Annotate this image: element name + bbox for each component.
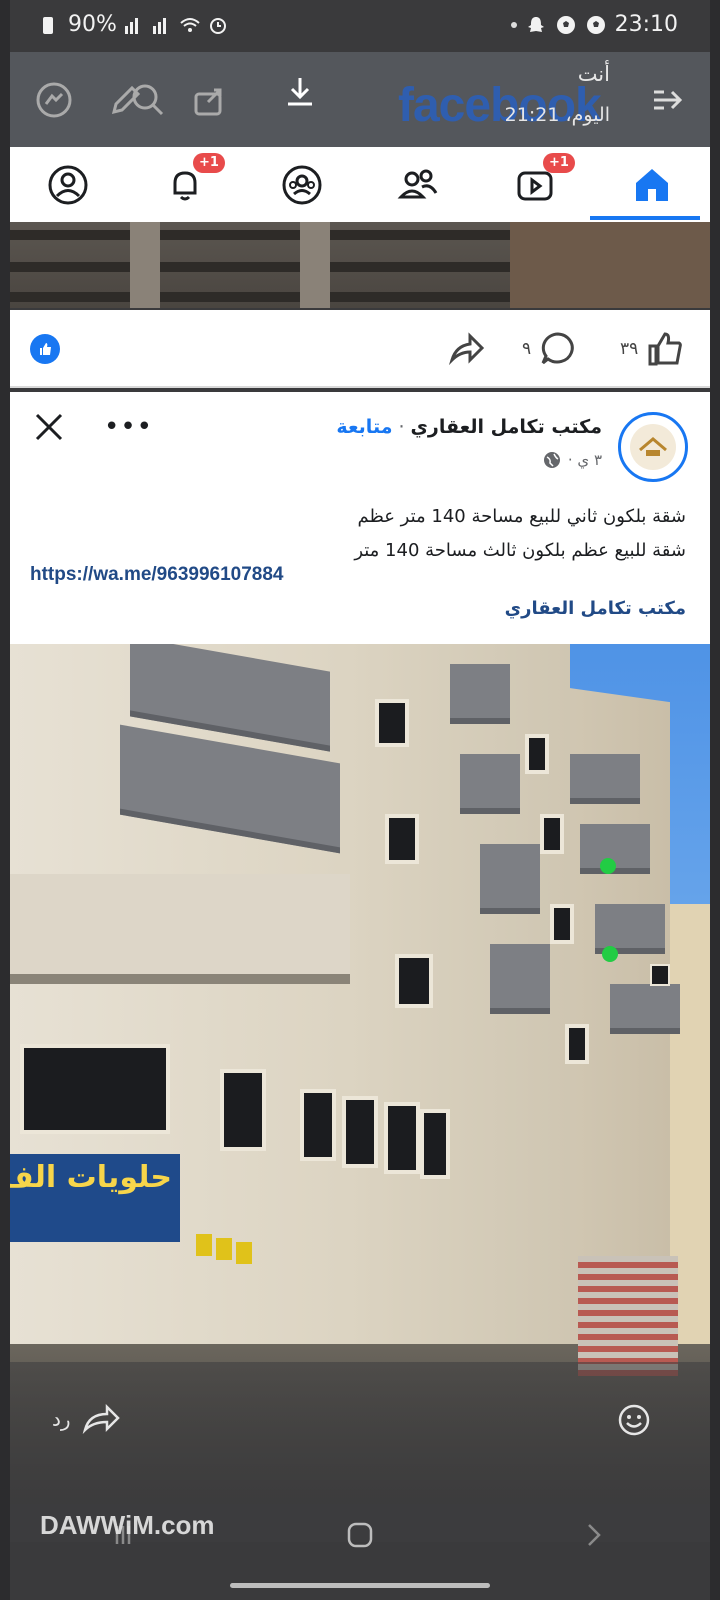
page-name-line: مكتب تكامل العقاري · متابعة xyxy=(336,416,602,438)
close-icon[interactable] xyxy=(32,410,66,444)
nav-home[interactable] xyxy=(626,159,678,211)
comment-count: ٩ xyxy=(522,339,532,359)
home-nav-icon[interactable] xyxy=(344,1519,376,1551)
battery-level: 90% xyxy=(68,12,117,37)
back-icon[interactable] xyxy=(579,1520,609,1550)
nav-active-indicator xyxy=(590,216,700,220)
search-icon[interactable] xyxy=(128,80,168,120)
more-options-icon[interactable]: ••• xyxy=(104,412,153,442)
status-right: 23:10 xyxy=(510,12,678,37)
post-card: مكتب تكامل العقاري · متابعة ٣ ي · ••• شقة … xyxy=(10,392,710,644)
notification-dot-icon xyxy=(510,21,517,28)
alarm-icon xyxy=(209,17,226,34)
home-gesture-bar[interactable] xyxy=(230,1583,490,1588)
share-arrow-icon xyxy=(448,332,485,366)
football-2-icon xyxy=(586,15,605,34)
globe-icon xyxy=(543,452,560,468)
photo-shutter xyxy=(578,1256,678,1376)
status-bar: 90% 23:10 xyxy=(10,0,710,52)
download-icon[interactable] xyxy=(280,72,320,112)
reaction-bar: ٩ ٣٩ xyxy=(10,310,710,388)
nav-notifications[interactable]: +1 xyxy=(159,152,225,211)
comment-action[interactable]: ٩ xyxy=(522,330,577,368)
follow-separator: · xyxy=(398,416,405,438)
signal-2-icon xyxy=(152,17,166,34)
comment-icon xyxy=(541,332,574,365)
football-icon xyxy=(556,15,575,34)
chat-header: facebook أنت اليوم، 21:21 xyxy=(10,52,710,147)
nav-groups[interactable] xyxy=(276,159,328,211)
post-signature: مكتب تكامل العقاري xyxy=(504,598,686,619)
reply-button[interactable]: رد xyxy=(52,1404,121,1434)
page-logo-icon xyxy=(630,424,676,470)
friends-icon xyxy=(397,169,438,198)
post-meta: ٣ ي · xyxy=(542,450,602,470)
notification-badge: +1 xyxy=(193,152,225,173)
battery-icon xyxy=(43,16,53,34)
watermark: DAWWiM.com xyxy=(40,1510,215,1540)
post-text: شقة بلكون ثاني للبيع مساحة 140 متر عظم ش… xyxy=(26,500,686,568)
page-avatar[interactable] xyxy=(618,412,688,482)
post-text-line-1: شقة بلكون ثاني للبيع مساحة 140 متر عظم xyxy=(357,506,686,527)
nav-friends[interactable] xyxy=(392,159,444,211)
thumbs-up-icon xyxy=(648,332,683,366)
share-action[interactable] xyxy=(448,330,486,368)
messenger-icon[interactable] xyxy=(34,80,74,120)
follow-button[interactable]: متابعة xyxy=(336,416,392,438)
profile-icon xyxy=(48,165,88,204)
page-name[interactable]: مكتب تكامل العقاري xyxy=(411,416,602,438)
wifi-icon xyxy=(180,17,200,32)
emoji-icon[interactable] xyxy=(616,1402,652,1438)
home-icon xyxy=(635,168,668,201)
nav-video[interactable]: +1 xyxy=(509,152,575,211)
groups-icon xyxy=(282,165,322,204)
forward-icon[interactable] xyxy=(648,80,688,120)
post-text-line-2: شقة للبيع عظم بلكون ثالث مساحة 140 متر xyxy=(354,540,686,561)
reply-label: رد xyxy=(52,1407,71,1431)
post-time: ٣ ي · xyxy=(567,451,602,469)
sender-name: أنت xyxy=(577,62,610,86)
video-badge: +1 xyxy=(543,152,575,173)
status-left: 90% xyxy=(40,12,229,37)
like-action[interactable]: ٣٩ xyxy=(620,330,684,368)
reply-arrow-icon xyxy=(82,1404,120,1434)
like-count: ٣٩ xyxy=(620,339,639,359)
clock: 23:10 xyxy=(614,12,678,37)
message-timestamp: اليوم، 21:21 xyxy=(504,104,610,126)
shop-sign-text: حلويات الف xyxy=(10,1160,172,1195)
like-reaction-icon xyxy=(30,334,60,364)
nav-profile[interactable] xyxy=(42,159,94,211)
snapchat-icon xyxy=(527,16,544,32)
whatsapp-link[interactable]: https://wa.me/963996107884 xyxy=(30,564,284,586)
facebook-nav-bar: +1 +1 xyxy=(10,147,710,222)
shop-sign: حلويات الف xyxy=(10,1154,180,1242)
previous-post-photo[interactable] xyxy=(10,222,710,308)
share-icon[interactable] xyxy=(190,80,230,120)
signal-icon xyxy=(124,17,138,34)
